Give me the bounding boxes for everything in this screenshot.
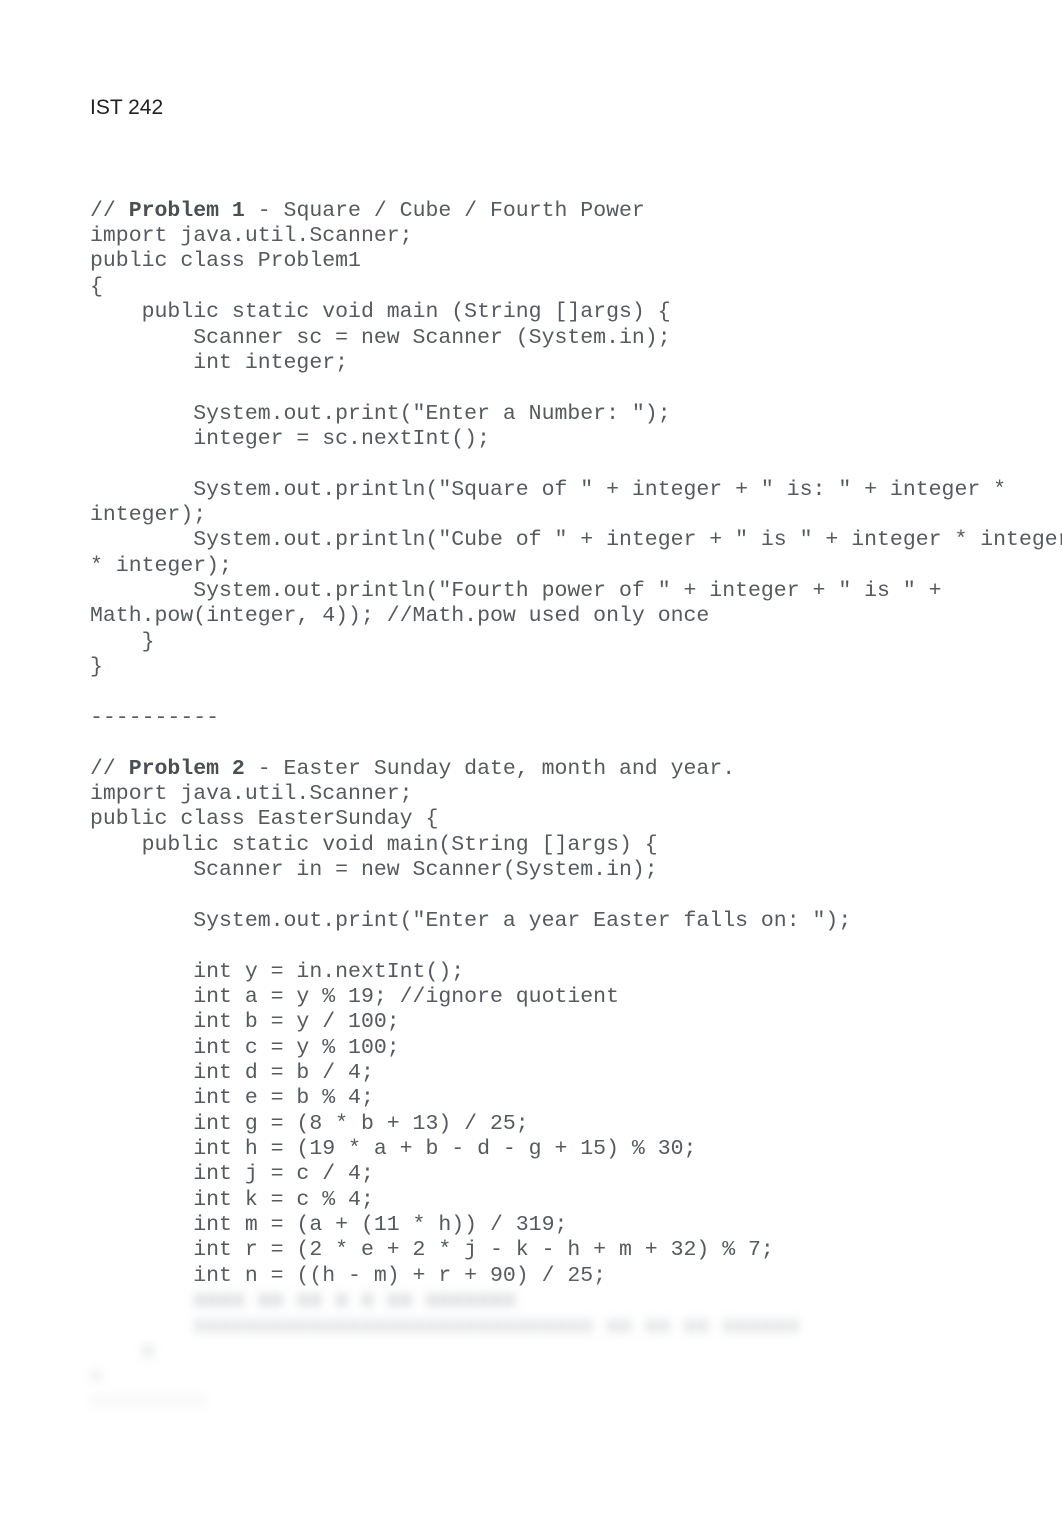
obscured-line: xxxxxxxxxxxxxxxxxxxxxxxxxxxxxxx xx xx xx… <box>90 1315 972 1340</box>
p1-comment-suffix: - Square / Cube / Fourth Power <box>245 199 645 223</box>
code-content: // Problem 1 - Square / Cube / Fourth Po… <box>90 199 972 1416</box>
p1-title: Problem 1 <box>129 199 245 223</box>
code-block: // Problem 1 - Square / Cube / Fourth Po… <box>90 148 972 1492</box>
obscured-line: xxxx xx xx x x xx xxxxxxx <box>90 1289 972 1314</box>
document-page: IST 242 // Problem 1 - Square / Cube / F… <box>0 0 1062 1532</box>
obscured-region: xxxx xx xx x x xx xxxxxxx xxxxxxxxxxxxxx… <box>90 1289 972 1416</box>
obscured-line: x <box>90 1365 972 1390</box>
course-header: IST 242 <box>90 96 972 120</box>
p2-title: Problem 2 <box>129 757 245 781</box>
p1-comment-prefix: // <box>90 199 129 223</box>
p1-body: import java.util.Scanner; public class P… <box>90 224 1062 730</box>
p2-comment-prefix: // <box>90 757 129 781</box>
p2-body: import java.util.Scanner; public class E… <box>90 782 851 1288</box>
obscured-line: xxxxxxxxx <box>90 1391 972 1416</box>
p2-comment-suffix: - Easter Sunday date, month and year. <box>245 757 735 781</box>
obscured-line: x <box>90 1340 972 1365</box>
